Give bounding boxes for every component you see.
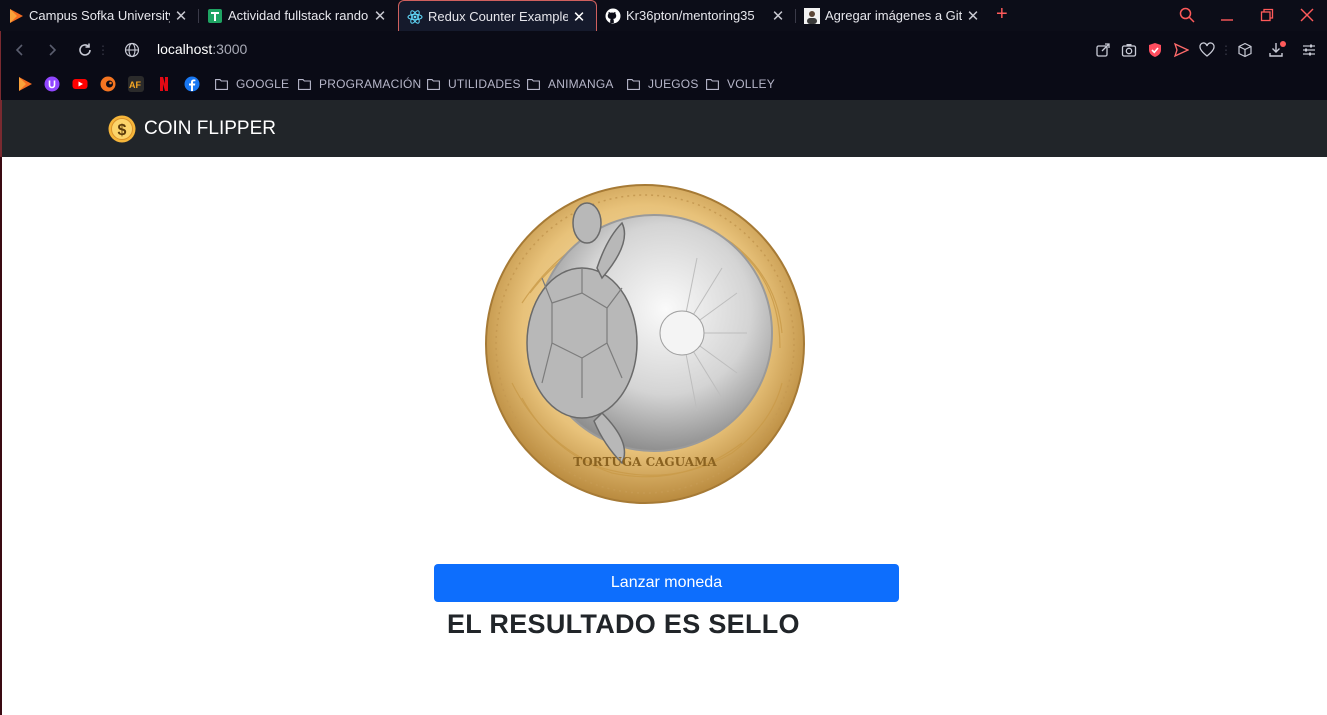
- brand-title: COIN FLIPPER: [144, 118, 276, 139]
- navbar-brand[interactable]: $ COIN FLIPPER: [108, 115, 276, 143]
- tab-campus-sofka[interactable]: Campus Sofka University ✕: [0, 0, 198, 31]
- toolbar-separator: ⋮: [1220, 43, 1232, 57]
- new-tab-button[interactable]: +: [996, 3, 1008, 26]
- react-icon: [407, 9, 423, 25]
- tab-agregar-imagenes[interactable]: Agregar imágenes a GitHub ✕: [796, 0, 990, 31]
- bookmarks-bar: AF GOOGLE PROGRAMACIÓN UTILIDADES ANIMAN…: [0, 69, 1327, 100]
- tab-close-icon[interactable]: ✕: [767, 7, 789, 25]
- bookmark-folder-juegos[interactable]: JUEGOS: [627, 75, 699, 93]
- bookmark-folder-google[interactable]: GOOGLE: [215, 75, 289, 93]
- tab-title: Redux Counter Example: [428, 9, 568, 24]
- svg-text:$: $: [118, 122, 127, 139]
- folder-icon: [527, 78, 540, 90]
- tab-close-icon[interactable]: ✕: [369, 7, 391, 25]
- ad-blocker-shield-icon[interactable]: [1145, 40, 1165, 60]
- camera-icon[interactable]: [1119, 40, 1139, 60]
- crunchyroll-icon[interactable]: [100, 76, 116, 92]
- folder-icon: [627, 78, 640, 90]
- restore-icon[interactable]: [1252, 4, 1282, 26]
- bookmark-folder-volley[interactable]: VOLLEY: [706, 75, 775, 93]
- extensions-cube-icon[interactable]: [1235, 40, 1255, 60]
- search-tabs-icon[interactable]: [1172, 4, 1202, 26]
- tab-github-mentoring[interactable]: Kr36pton/mentoring35 ✕: [597, 0, 795, 31]
- folder-icon: [706, 78, 719, 90]
- send-icon[interactable]: [1171, 40, 1191, 60]
- reload-icon[interactable]: [74, 39, 96, 61]
- sofka-play-icon: [8, 8, 24, 24]
- app-navbar: $ COIN FLIPPER: [0, 100, 1327, 157]
- flip-coin-button[interactable]: Lanzar moneda: [434, 564, 899, 602]
- bookmark-folder-animanga[interactable]: ANIMANGA: [527, 75, 614, 93]
- svg-text:TORTUGA CAGUAMA: TORTUGA CAGUAMA: [573, 455, 717, 469]
- forward-icon[interactable]: [41, 39, 63, 61]
- address-bar[interactable]: localhost:3000: [157, 41, 247, 57]
- folder-icon: [298, 78, 311, 90]
- tab-title: Kr36pton/mentoring35: [626, 8, 755, 23]
- tab-title: Agregar imágenes a GitHub: [825, 8, 962, 23]
- twitch-u-icon[interactable]: [44, 76, 60, 92]
- bookmark-folder-label: JUEGOS: [648, 77, 699, 91]
- result-heading: EL RESULTADO ES SELLO: [447, 609, 800, 639]
- facebook-icon[interactable]: [184, 76, 200, 92]
- page-content: TORTUGA CAGUAMA Lanzar moneda EL RESULTA…: [0, 157, 1327, 715]
- bookmark-folder-programacion[interactable]: PROGRAMACIÓN: [298, 75, 421, 93]
- tab-close-icon[interactable]: ✕: [568, 8, 590, 26]
- tab-title: Campus Sofka University: [29, 8, 170, 23]
- coin-image: TORTUGA CAGUAMA: [482, 183, 808, 505]
- browser-toolbar: ⋮ localhost:3000 ⋮: [0, 31, 1327, 69]
- sheets-icon: [207, 8, 223, 24]
- bookmark-folder-label: GOOGLE: [236, 77, 290, 91]
- minimize-icon[interactable]: [1212, 4, 1242, 26]
- folder-icon: [215, 78, 228, 90]
- dollar-coin-icon: $: [108, 115, 136, 143]
- back-icon[interactable]: [9, 39, 31, 61]
- bookmark-folder-label: ANIMANGA: [548, 77, 614, 91]
- svg-text:AF: AF: [129, 80, 141, 90]
- bookmark-folder-label: UTILIDADES: [448, 77, 521, 91]
- bookmark-folder-utilidades[interactable]: UTILIDADES: [427, 75, 521, 93]
- tab-close-icon[interactable]: ✕: [170, 7, 192, 25]
- easy-setup-icon[interactable]: [1299, 40, 1319, 60]
- tab-close-icon[interactable]: ✕: [962, 7, 984, 25]
- close-window-icon[interactable]: [1292, 4, 1322, 26]
- url-port: :3000: [212, 41, 248, 57]
- tab-redux-counter[interactable]: Redux Counter Example ✕: [398, 0, 597, 32]
- bookmark-folder-label: PROGRAMACIÓN: [319, 77, 422, 91]
- download-icon[interactable]: [1267, 40, 1287, 60]
- netflix-icon[interactable]: [156, 76, 172, 92]
- folder-icon: [427, 78, 440, 90]
- url-host: localhost: [157, 41, 213, 57]
- site-info-globe-icon[interactable]: [121, 39, 143, 61]
- heart-icon[interactable]: [1197, 40, 1217, 60]
- browser-tab-strip: Campus Sofka University ✕ Actividad full…: [0, 0, 1327, 32]
- youtube-icon[interactable]: [72, 76, 88, 92]
- share-icon[interactable]: [1093, 40, 1113, 60]
- tab-actividad-fullstack[interactable]: Actividad fullstack random ✕: [199, 0, 397, 31]
- toolbar-separator: ⋮: [97, 43, 109, 57]
- github-icon: [605, 8, 621, 24]
- tab-title: Actividad fullstack random: [228, 8, 369, 23]
- avatar-icon: [804, 7, 820, 24]
- sofka-play-icon[interactable]: [17, 76, 33, 92]
- bookmark-folder-label: VOLLEY: [727, 77, 775, 91]
- animeflv-icon[interactable]: AF: [128, 76, 144, 92]
